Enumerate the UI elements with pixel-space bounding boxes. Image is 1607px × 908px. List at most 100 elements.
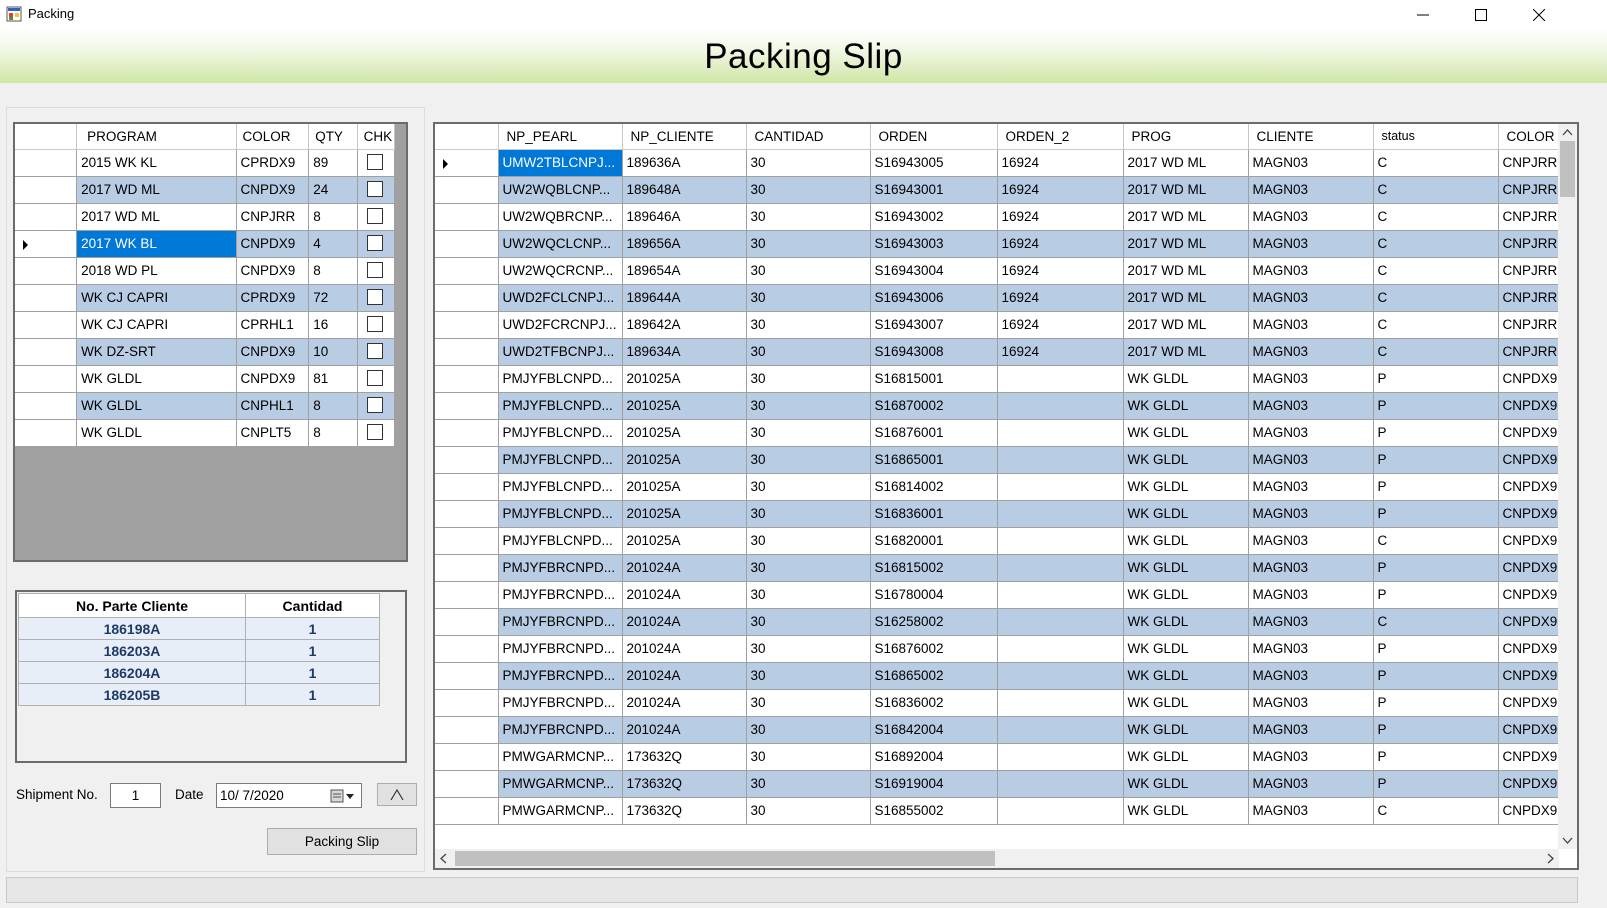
cell-cantidad[interactable]: 30 [746,257,871,285]
cell-prog[interactable]: WK GLDL [1123,473,1249,501]
order-row[interactable]: PMJYFBRCNPD... 201024A 30 S16842004 WK GLDL M… [435,716,1566,744]
cell-orden[interactable]: S16815002 [870,554,998,582]
column-header-cliente[interactable]: CLIENTE [1248,124,1374,150]
cell-orden[interactable]: S16836002 [870,689,998,717]
order-row[interactable]: UWD2FCRCNPJ... 189642A 30 S16943007 16924 201… [435,311,1566,339]
program-row[interactable]: 2015 WK KL CPRDX9 89 [15,149,396,177]
cell-orden-2[interactable] [997,527,1124,555]
cell-orden-2[interactable] [997,797,1124,825]
cell-np-pearl[interactable]: UW2WQBRCNP... [498,203,623,231]
column-header-np-pearl[interactable]: NP_PEARL [498,124,623,150]
cell-orden[interactable]: S16842004 [870,716,998,744]
scroll-left-icon[interactable] [435,849,452,868]
cell-cantidad[interactable]: 30 [746,635,871,663]
cell-chk[interactable] [357,284,396,312]
date-picker[interactable]: 10/ 7/2020 [216,783,362,808]
close-button[interactable] [1510,0,1568,29]
cell-np-cliente[interactable]: 201024A [622,581,747,609]
cell-orden[interactable]: S16814002 [870,473,998,501]
cell-prog[interactable]: 2017 WD ML [1123,257,1249,285]
cell-color[interactable]: CNPDX9 [1498,419,1566,447]
cell-orden[interactable]: S16892004 [870,743,998,771]
cell-color[interactable]: CNPHL1 [236,392,310,420]
row-header[interactable] [15,203,78,231]
order-row[interactable]: UWD2TFBCNPJ... 189634A 30 S16943008 16924 201… [435,338,1566,366]
cell-np-pearl[interactable]: PMWGARMCNP... [498,743,623,771]
program-row[interactable]: WK GLDL CNPHL1 8 [15,392,396,420]
cell-cliente[interactable]: MAGN03 [1248,392,1374,420]
cell-cliente[interactable]: MAGN03 [1248,770,1374,798]
order-row[interactable]: PMJYFBLCNPD... 201025A 30 S16865001 WK GLDL M… [435,446,1566,474]
cell-color[interactable]: CNPDX9 [1498,554,1566,582]
cell-color[interactable]: CNPDX9 [1498,689,1566,717]
cell-status[interactable]: P [1373,716,1499,744]
cell-prog[interactable]: WK GLDL [1123,500,1249,528]
cell-program[interactable]: WK GLDL [76,392,237,420]
order-row[interactable]: UMW2TBLCNPJ... 189636A 30 S16943005 16924 201… [435,149,1566,177]
cell-np-cliente[interactable]: 201024A [622,662,747,690]
cell-np-pearl[interactable]: UW2WQBLCNP... [498,176,623,204]
cell-np-pearl[interactable]: PMJYFBLCNPD... [498,392,623,420]
cell-orden[interactable]: S16780004 [870,581,998,609]
cell-np-pearl[interactable]: UMW2TBLCNPJ... [498,149,623,177]
cell-np-pearl[interactable]: PMJYFBLCNPD... [498,500,623,528]
order-row[interactable]: PMWGARMCNP... 173632Q 30 S16892004 WK GLDL MA… [435,743,1566,771]
chk-checkbox[interactable] [366,370,383,386]
order-row[interactable]: PMJYFBRCNPD... 201024A 30 S16258002 WK GLDL M… [435,608,1566,636]
cell-np-pearl[interactable]: PMWGARMCNP... [498,770,623,798]
order-row[interactable]: UW2WQCLCNP... 189656A 30 S16943003 16924 2017… [435,230,1566,258]
cell-np-cliente[interactable]: 189642A [622,311,747,339]
cell-np-cliente[interactable]: 201025A [622,419,747,447]
cell-program[interactable]: 2015 WK KL [76,149,237,177]
cell-qty[interactable]: 81 [308,365,358,393]
cell-qty[interactable]: 8 [308,203,358,231]
row-header[interactable] [435,581,499,609]
cell-program[interactable]: WK GLDL [76,419,237,447]
column-header-color[interactable]: COLOR [1498,124,1566,150]
maximize-button[interactable] [1452,0,1510,29]
horizontal-scrollbar[interactable] [435,849,1559,868]
row-header[interactable] [15,149,78,177]
cell-cantidad[interactable]: 30 [746,392,871,420]
cell-color[interactable]: CPRHL1 [236,311,310,339]
cell-orden-2[interactable] [997,473,1124,501]
cell-prog[interactable]: WK GLDL [1123,770,1249,798]
cell-np-pearl[interactable]: PMJYFBRCNPD... [498,554,623,582]
chk-checkbox[interactable] [366,397,383,413]
cell-cliente[interactable]: MAGN03 [1248,284,1374,312]
cell-color[interactable]: CNPJRR [1498,257,1566,285]
column-header-qty[interactable]: QTY [308,124,358,150]
cell-color[interactable]: CNPDX9 [1498,797,1566,825]
cell-color[interactable]: CNPJRR [1498,230,1566,258]
cell-cliente[interactable]: MAGN03 [1248,230,1374,258]
column-header-cantidad[interactable]: CANTIDAD [746,124,871,150]
row-header[interactable] [15,338,78,366]
row-header[interactable] [435,257,499,285]
cell-orden[interactable]: S16865002 [870,662,998,690]
cell-status[interactable]: P [1373,581,1499,609]
cell-chk[interactable] [357,338,396,366]
row-header[interactable] [435,311,499,339]
row-header[interactable] [15,284,78,312]
order-row[interactable]: PMJYFBRCNPD... 201024A 30 S16780004 WK GLDL M… [435,581,1566,609]
cell-program[interactable]: WK GLDL [76,365,237,393]
cell-orden-2[interactable] [997,689,1124,717]
row-header[interactable] [435,635,499,663]
chk-checkbox[interactable] [366,235,383,251]
cell-color[interactable]: CNPDX9 [1498,608,1566,636]
cell-np-cliente[interactable]: 201025A [622,392,747,420]
cell-orden-2[interactable] [997,662,1124,690]
cell-color[interactable]: CNPDX9 [1498,662,1566,690]
cell-cantidad[interactable]: 30 [746,581,871,609]
cell-cantidad[interactable]: 30 [746,203,871,231]
cell-status[interactable]: P [1373,446,1499,474]
cell-program[interactable]: 2018 WD PL [76,257,237,285]
cell-color[interactable]: CNPJRR [1498,203,1566,231]
row-header[interactable] [435,419,499,447]
cell-qty[interactable]: 16 [308,311,358,339]
shipment-no-input[interactable]: 1 [110,783,161,808]
cell-color[interactable]: CNPDX9 [1498,581,1566,609]
cell-chk[interactable] [357,230,396,258]
order-row[interactable]: UW2WQCRCNP... 189654A 30 S16943004 16924 2017… [435,257,1566,285]
cell-cliente[interactable]: MAGN03 [1248,446,1374,474]
